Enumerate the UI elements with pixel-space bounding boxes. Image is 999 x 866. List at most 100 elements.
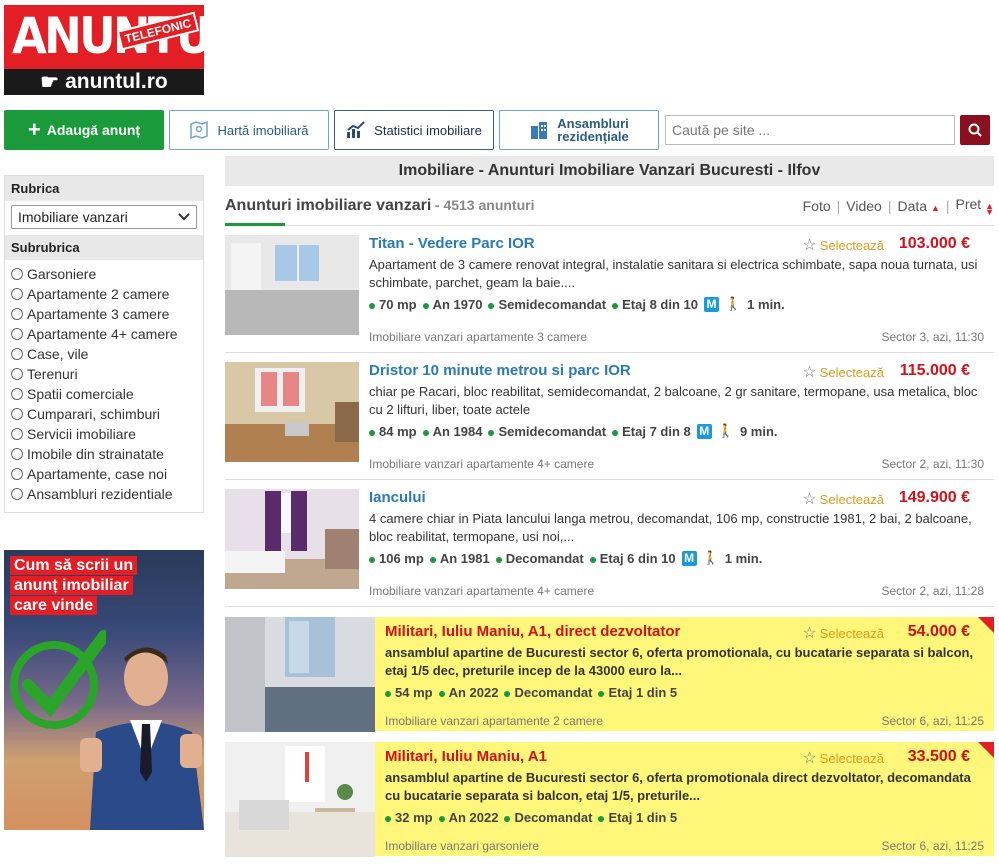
banner-line-2: anunț imobiliar [10, 576, 133, 595]
sort-video[interactable]: Video [846, 198, 882, 214]
subrubrica-option-label: Ansambluri rezidentiale [27, 486, 173, 502]
select-favorite[interactable]: ☆ Selectează [802, 235, 884, 255]
attr-layout: Decomandat [495, 551, 584, 566]
stats-label: Statistici imobiliare [374, 122, 482, 138]
sort-data[interactable]: Data ▲ [897, 198, 939, 214]
subrubrica-option-label: Apartamente, case noi [27, 466, 168, 482]
radio-button[interactable] [11, 328, 23, 340]
listing-category[interactable]: Imobiliare vanzari garsoniere [385, 839, 539, 853]
select-favorite[interactable]: ☆ Selectează [802, 748, 884, 768]
main-content: Imobiliare - Anunturi Imobiliare Vanzari… [225, 156, 994, 857]
subrubrica-option-label: Apartamente 2 camere [27, 286, 170, 302]
attr-floor: Etaj 6 din 10 [589, 551, 676, 566]
subrubrica-option-label: Apartamente 4+ camere [27, 326, 178, 342]
subrubrica-option[interactable]: Terenuri [11, 364, 197, 384]
list-header: Anunturi imobiliare vanzari - 4513 anunt… [225, 186, 994, 226]
subrubrica-option[interactable]: Imobile din strainatate [11, 444, 197, 464]
subrubrica-option[interactable]: Apartamente, case noi [11, 464, 197, 484]
subrubrica-option[interactable]: Apartamente 3 camere [11, 304, 197, 324]
map-button[interactable]: Hartă imobiliară [169, 110, 329, 150]
attr-floor: Etaj 1 din 5 [598, 685, 677, 700]
search-input[interactable]: Caută pe site ... [665, 115, 955, 145]
radio-button[interactable] [11, 308, 23, 320]
listings: Titan - Vedere Parc IOR ☆ Selectează 103.00… [225, 226, 994, 857]
add-listing-button[interactable]: + Adaugă anunț [4, 110, 164, 150]
select-favorite[interactable]: ☆ Selectează [802, 362, 884, 382]
attr-area: 32 mp [385, 810, 433, 825]
sort-foto[interactable]: Foto [803, 198, 831, 214]
listing-photo[interactable] [225, 617, 375, 732]
pointing-hand-icon: ☛ [40, 70, 60, 94]
attr-year: An 1981 [429, 551, 490, 566]
listing-photo[interactable] [225, 235, 359, 335]
radio-button[interactable] [11, 428, 23, 440]
radio-button[interactable] [11, 268, 23, 280]
attr-layout: Semidecomandat [488, 424, 606, 439]
listing-category[interactable]: Imobiliare vanzari apartamente 2 camere [385, 714, 603, 728]
listing-location-time: Sector 3, azi, 11:30 [881, 330, 984, 344]
subrubrica-option[interactable]: Apartamente 4+ camere [11, 324, 197, 344]
toolbar: + Adaugă anunț Hartă imobiliară Statisti… [4, 110, 993, 150]
listing-card[interactable]: Dristor 10 minute metrou si parc IOR ☆ Sel… [225, 353, 994, 480]
search-button[interactable] [960, 115, 990, 145]
metro-icon: M [681, 550, 697, 566]
select-favorite[interactable]: ☆ Selectează [802, 489, 884, 509]
subrubrica-option[interactable]: Servicii imobiliare [11, 424, 197, 444]
listing-photo[interactable] [225, 489, 359, 589]
radio-button[interactable] [11, 288, 23, 300]
listing-description: Apartament de 3 camere renovat integral,… [369, 257, 978, 290]
listing-price: 103.000 € [898, 235, 970, 252]
sort-price[interactable]: Pret ▲ ▼ [956, 196, 995, 217]
subrubrica-option[interactable]: Case, vile [11, 344, 197, 364]
subrubrica-option[interactable]: Spatii comerciale [11, 384, 197, 404]
listing-card[interactable]: Militari, Iuliu Maniu, A1, direct dezvol… [225, 617, 994, 732]
radio-button[interactable] [11, 348, 23, 360]
subrubrica-option[interactable]: Ansambluri rezidentiale [11, 484, 197, 504]
listing-title[interactable]: Militari, Iuliu Maniu, A1 [385, 748, 994, 765]
walk-time: 1 min. [747, 296, 785, 312]
promo-banner[interactable]: Cum să scrii un anunț imobiliar care vin… [4, 550, 204, 830]
listing-category[interactable]: Imobiliare vanzari apartamente 3 camere [369, 330, 587, 344]
listing-photo[interactable] [225, 742, 375, 857]
listing-category[interactable]: Imobiliare vanzari apartamente 4+ camere [369, 457, 594, 471]
metro-icon: M [696, 423, 712, 439]
subrubrica-option-label: Servicii imobiliare [27, 426, 136, 442]
radio-button[interactable] [11, 368, 23, 380]
building-icon [531, 122, 548, 139]
complexes-button[interactable]: Ansambluri rezidențiale [499, 110, 659, 150]
radio-button[interactable] [11, 488, 23, 500]
listing-card[interactable]: Titan - Vedere Parc IOR ☆ Selectează 103.00… [225, 226, 994, 353]
result-count: - 4513 anunturi [434, 196, 535, 213]
subrubrica-option[interactable]: Garsoniere [11, 264, 197, 284]
subrubrica-option[interactable]: Cumparari, schimburi [11, 404, 197, 424]
radio-button[interactable] [11, 388, 23, 400]
listing-category[interactable]: Imobiliare vanzari apartamente 4+ camere [369, 584, 594, 598]
listing-title[interactable]: Militari, Iuliu Maniu, A1, direct dezvol… [385, 623, 994, 640]
stats-button[interactable]: Statistici imobiliare [334, 110, 494, 150]
attr-layout: Semidecomandat [488, 297, 606, 312]
list-title: Anunturi imobiliare vanzari [225, 196, 432, 214]
listing-description: 4 camere chiar in Piata Iancului langa m… [369, 511, 972, 544]
listing-card[interactable]: Iancului ☆ Selectează 149.900 €4 camere chi… [225, 480, 994, 607]
select-favorite[interactable]: ☆ Selectează [802, 623, 884, 643]
page-title: Imobiliare - Anunturi Imobiliare Vanzari… [225, 156, 994, 186]
listing-description: ansamblul apartine de Bucuresti sector 6… [385, 770, 971, 803]
listing-attributes: 32 mp An 2022 Decomandat Etaj 1 din 5 [385, 807, 994, 827]
radio-button[interactable] [11, 408, 23, 420]
attr-area: 70 mp [369, 297, 417, 312]
radio-button[interactable] [11, 448, 23, 460]
rubrica-select[interactable]: Imobiliare vanzari [11, 205, 197, 229]
site-logo[interactable]: ANUNTUL TELEFONIC ☛ anuntul.ro [4, 5, 204, 95]
subrubrica-label: Subrubrica [5, 235, 203, 260]
listing-location-time: Sector 2, azi, 11:30 [881, 457, 984, 471]
radio-button[interactable] [11, 468, 23, 480]
listing-photo[interactable] [225, 362, 359, 462]
sort-bar: Foto | Video | Data ▲ | Pret ▲ ▼ [802, 196, 995, 217]
listing-attributes: 54 mp An 2022 Decomandat Etaj 1 din 5 [385, 682, 994, 702]
subrubrica-option-label: Cumparari, schimburi [27, 406, 161, 422]
attr-area: 54 mp [385, 685, 433, 700]
attr-year: An 1984 [422, 424, 482, 439]
listing-card[interactable]: Militari, Iuliu Maniu, A1 ☆ Selectează 33.5… [225, 742, 994, 857]
listing-attributes: 106 mp An 1981 Decomandat Etaj 6 din 10 M 🚶 1 … [369, 548, 994, 568]
subrubrica-option[interactable]: Apartamente 2 camere [11, 284, 197, 304]
